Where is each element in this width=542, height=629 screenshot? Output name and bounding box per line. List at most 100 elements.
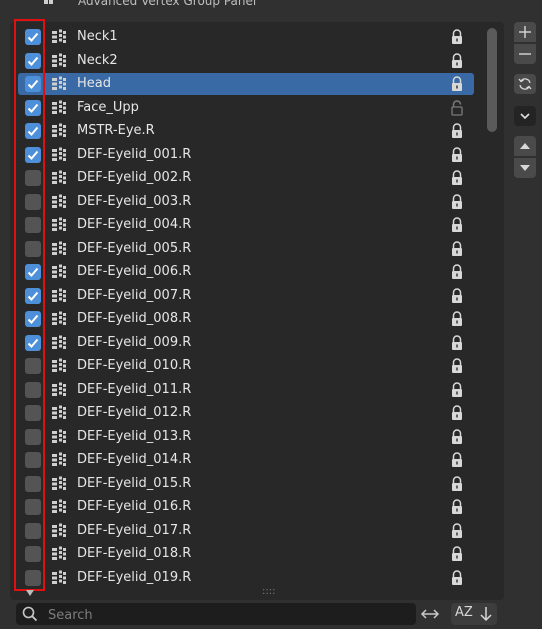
- vertex-group-icon: [52, 53, 66, 67]
- list-scrollbar[interactable]: [487, 28, 497, 132]
- lock-icon[interactable]: [450, 311, 464, 327]
- vertex-group-name: DEF-Eyelid_003.R: [77, 193, 192, 209]
- move-up-button[interactable]: [514, 136, 536, 156]
- unlock-icon[interactable]: [450, 99, 464, 116]
- search-input[interactable]: [46, 605, 410, 625]
- vertex-group-checkbox[interactable]: [25, 334, 41, 351]
- vertex-group-row[interactable]: Face_Upp: [18, 97, 474, 119]
- vertex-group-checkbox[interactable]: [25, 123, 41, 139]
- vertex-group-checkbox[interactable]: [25, 546, 41, 562]
- refresh-button[interactable]: [514, 74, 536, 94]
- lock-icon[interactable]: [450, 29, 464, 45]
- vertex-group-row[interactable]: DEF-Eyelid_017.R: [18, 520, 474, 542]
- checkmark-icon: [27, 291, 39, 301]
- vertex-group-checkbox[interactable]: [25, 475, 41, 492]
- vertex-group-row[interactable]: DEF-Eyelid_009.R: [18, 332, 474, 354]
- lock-icon[interactable]: [450, 452, 464, 468]
- vertex-group-row[interactable]: DEF-Eyelid_019.R: [18, 567, 474, 589]
- specials-menu-button[interactable]: [514, 106, 536, 126]
- add-group-button[interactable]: [514, 22, 536, 42]
- vertex-group-name: DEF-Eyelid_013.R: [77, 428, 192, 444]
- vertex-group-icon: [52, 429, 66, 443]
- vertex-group-row[interactable]: DEF-Eyelid_016.R: [18, 496, 474, 518]
- checkmark-icon: [27, 56, 39, 66]
- vertex-group-checkbox[interactable]: [25, 405, 41, 421]
- vertex-group-checkbox[interactable]: [25, 569, 41, 586]
- lock-icon[interactable]: [450, 358, 464, 374]
- filter-search-box[interactable]: [16, 603, 416, 625]
- vertex-group-row[interactable]: Neck1: [18, 26, 474, 48]
- lock-icon[interactable]: [450, 264, 464, 280]
- lock-icon[interactable]: [450, 569, 464, 586]
- vertex-group-checkbox[interactable]: [25, 76, 41, 92]
- vertex-group-row[interactable]: DEF-Eyelid_010.R: [18, 355, 474, 377]
- chevron-down-icon: [520, 113, 530, 120]
- invert-filter-icon[interactable]: [420, 604, 440, 624]
- lock-icon[interactable]: [450, 428, 464, 445]
- vertex-group-row[interactable]: DEF-Eyelid_013.R: [18, 426, 474, 448]
- lock-icon[interactable]: [450, 146, 464, 163]
- lock-icon[interactable]: [450, 334, 464, 351]
- sort-direction-icon[interactable]: [479, 606, 493, 622]
- lock-icon[interactable]: [450, 217, 464, 233]
- vertex-group-checkbox[interactable]: [25, 452, 41, 468]
- vertex-group-checkbox[interactable]: [25, 193, 41, 210]
- vertex-group-row[interactable]: Head: [18, 73, 474, 95]
- lock-icon[interactable]: [450, 287, 464, 304]
- vertex-group-checkbox[interactable]: [25, 29, 41, 45]
- vertex-group-row[interactable]: DEF-Eyelid_012.R: [18, 402, 474, 424]
- vertex-group-row[interactable]: DEF-Eyelid_002.R: [18, 167, 474, 189]
- lock-icon[interactable]: [450, 123, 464, 139]
- vertex-group-row[interactable]: DEF-Eyelid_004.R: [18, 214, 474, 236]
- vertex-group-checkbox[interactable]: [25, 217, 41, 233]
- vertex-group-row[interactable]: DEF-Eyelid_001.R: [18, 144, 474, 166]
- lock-icon[interactable]: [450, 52, 464, 69]
- vertex-group-name: MSTR-Eye.R: [77, 123, 155, 138]
- vertex-group-row[interactable]: DEF-Eyelid_008.R: [18, 308, 474, 330]
- vertex-group-row[interactable]: DEF-Eyelid_003.R: [18, 191, 474, 213]
- lock-icon[interactable]: [450, 381, 464, 398]
- remove-group-button[interactable]: [514, 44, 536, 64]
- vertex-group-checkbox[interactable]: [25, 499, 41, 515]
- vertex-group-checkbox[interactable]: [25, 99, 41, 116]
- vertex-group-row[interactable]: Neck2: [18, 50, 474, 72]
- sort-alpha-button[interactable]: AZ: [455, 605, 473, 620]
- lock-icon[interactable]: [450, 240, 464, 257]
- lock-icon[interactable]: [450, 475, 464, 492]
- filter-options-toggle-icon[interactable]: [26, 590, 34, 596]
- vertex-group-row[interactable]: DEF-Eyelid_018.R: [18, 543, 474, 565]
- vertex-group-row[interactable]: DEF-Eyelid_014.R: [18, 449, 474, 471]
- vertex-group-checkbox[interactable]: [25, 287, 41, 304]
- lock-icon[interactable]: [450, 499, 464, 515]
- vertex-group-row[interactable]: DEF-Eyelid_007.R: [18, 285, 474, 307]
- lock-icon[interactable]: [450, 76, 464, 92]
- vertex-group-checkbox[interactable]: [25, 428, 41, 445]
- lock-icon[interactable]: [450, 193, 464, 210]
- vertex-group-icon: [52, 335, 66, 349]
- vertex-group-icon: [52, 452, 66, 466]
- vertex-group-checkbox[interactable]: [25, 522, 41, 539]
- lock-icon[interactable]: [450, 546, 464, 562]
- vertex-group-row[interactable]: DEF-Eyelid_006.R: [18, 261, 474, 283]
- vertex-group-row[interactable]: DEF-Eyelid_015.R: [18, 473, 474, 495]
- lock-icon[interactable]: [450, 170, 464, 186]
- vertex-group-checkbox[interactable]: [25, 146, 41, 163]
- vertex-group-checkbox[interactable]: [25, 264, 41, 280]
- lock-icon[interactable]: [450, 405, 464, 421]
- vertex-group-row[interactable]: DEF-Eyelid_005.R: [18, 238, 474, 260]
- vertex-group-checkbox[interactable]: [25, 358, 41, 374]
- move-down-button[interactable]: [514, 158, 536, 178]
- vertex-group-checkbox[interactable]: [25, 52, 41, 69]
- list-resize-grip[interactable]: ::::: [262, 587, 275, 597]
- vertex-group-checkbox[interactable]: [25, 311, 41, 327]
- vertex-group-row[interactable]: DEF-Eyelid_011.R: [18, 379, 474, 401]
- vertex-group-checkbox[interactable]: [25, 240, 41, 257]
- vertex-group-icon: [52, 523, 66, 537]
- vertex-group-checkbox[interactable]: [25, 170, 41, 186]
- move-up-icon: [520, 143, 530, 149]
- vertex-group-row[interactable]: MSTR-Eye.R: [18, 120, 474, 142]
- vertex-group-icon: [52, 358, 66, 372]
- vertex-group-checkbox[interactable]: [25, 381, 41, 398]
- lock-icon[interactable]: [450, 522, 464, 539]
- add-icon: [519, 26, 531, 38]
